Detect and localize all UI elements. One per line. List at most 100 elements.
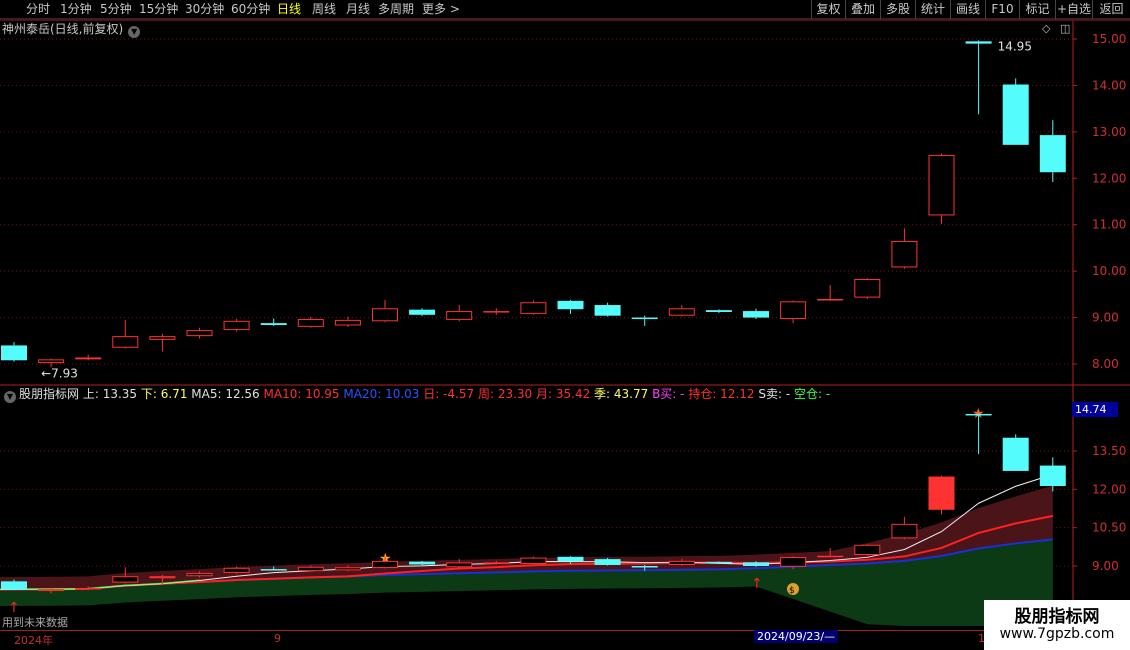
- date-cursor-label: 2024/09/23/—: [754, 630, 839, 643]
- price-tick-label: 10.00: [1092, 264, 1126, 278]
- candle: [1, 342, 27, 362]
- indicator-candle-body: [1039, 465, 1066, 487]
- watermark-title: 股朋指标网: [1014, 607, 1100, 627]
- candle-body: [520, 302, 547, 314]
- indicator-field-4: MA20: 10.03: [339, 387, 420, 401]
- indicator-price-tag: 14.74: [1072, 402, 1118, 417]
- candle-body: [186, 330, 213, 337]
- indicator-tick-label: 10.50: [1092, 521, 1126, 535]
- candle-body: [38, 359, 65, 364]
- chevron-down-icon[interactable]: ▼: [4, 391, 16, 403]
- candle-body: [75, 357, 102, 360]
- candle: [668, 305, 695, 317]
- indicator-candle: [372, 556, 398, 569]
- price-tick-label: 13.00: [1092, 125, 1126, 139]
- candle-body: [743, 311, 769, 318]
- indicator-layer: ↑↑$★★: [0, 406, 1073, 626]
- indicator-candle: [965, 413, 992, 455]
- indicator-candle-body: [965, 413, 992, 416]
- candle-body: [854, 279, 881, 298]
- indicator-candle-body: [38, 589, 65, 592]
- low-price-label: ←7.93: [41, 366, 78, 380]
- watermark: 股朋指标网 www.7gpzb.com: [984, 600, 1130, 650]
- indicator-candle: [520, 556, 547, 565]
- indicator-candle: [1002, 434, 1029, 471]
- indicator-tick-label: 12.00: [1092, 482, 1126, 496]
- indicator-candle-body: [854, 544, 881, 556]
- candle-body: [780, 301, 807, 319]
- stock-title-text: 神州泰岳(日线,前复权): [2, 22, 124, 36]
- candle: [594, 302, 621, 317]
- indicator-candle-body: [149, 576, 176, 579]
- indicator-tick-label: 13.50: [1092, 444, 1126, 458]
- candle: [817, 285, 844, 301]
- candle-body: [631, 317, 658, 320]
- panel-toggle-icon[interactable]: ◫: [1060, 22, 1070, 35]
- candle-body: [112, 336, 139, 348]
- indicator-candle-body: [260, 569, 287, 571]
- indicator-candle-body: [594, 559, 621, 565]
- candle: [928, 153, 955, 224]
- price-tick-label: 8.00: [1092, 357, 1119, 371]
- indicator-candle-body: [817, 555, 844, 558]
- indicator-candle-body: [668, 560, 695, 565]
- candle: [334, 316, 361, 327]
- candle: [186, 327, 213, 339]
- diamond-icon[interactable]: ◇: [1042, 22, 1050, 35]
- indicator-candle-body: [520, 557, 547, 564]
- candle: [891, 228, 918, 269]
- candle: [260, 318, 287, 326]
- candle-body: [446, 311, 473, 320]
- candle: [446, 305, 473, 322]
- indicator-field-6: 周: 23.30: [474, 387, 533, 401]
- candle: [483, 308, 510, 315]
- indicator-candle-body: [743, 562, 769, 566]
- indicator-candle: [854, 544, 881, 556]
- date-label-year: 2024年: [14, 634, 53, 647]
- indicator-candle: [891, 516, 918, 540]
- indicator-header: ▼ 股朋指标网 上: 13.35 下: 6.71 MA5: 12.56 MA10:…: [0, 386, 830, 403]
- indicator-candle-body: [557, 556, 584, 562]
- indicator-tick-label: 9.00: [1092, 559, 1119, 573]
- indicator-candle: [223, 566, 250, 574]
- candle-body: [483, 311, 510, 313]
- indicator-field-0: 上: 13.35: [82, 387, 138, 401]
- candle: [743, 308, 769, 319]
- buy-arrow-icon: ↑: [751, 576, 763, 592]
- indicator-candle: [1039, 457, 1066, 492]
- candle-body: [1002, 84, 1029, 145]
- main-candles: 14.95 ←7.93: [1, 39, 1066, 380]
- candle-body: [297, 318, 324, 327]
- candle-body: [223, 320, 250, 331]
- panel-separators: [0, 19, 1130, 386]
- main-chart-title: 神州泰岳(日线,前复权) ▼: [2, 21, 141, 38]
- chart-area[interactable]: 14.95 ←7.93 15.00 14.00 13.00 12.00 11.00 10.0…: [0, 0, 1130, 650]
- candle-body: [372, 308, 398, 322]
- candle: [149, 333, 176, 352]
- indicator-candle-body: [705, 561, 732, 564]
- indicator-candle-body: [334, 567, 361, 571]
- watermark-url: www.7gpzb.com: [999, 626, 1115, 642]
- indicator-field-12: 空仓: -: [790, 387, 831, 401]
- candle-body: [928, 155, 955, 216]
- candle: [854, 278, 881, 299]
- money-bag-symbol: $: [789, 586, 795, 596]
- indicator-candle-body: [372, 560, 398, 569]
- candle: [75, 354, 102, 361]
- candle-body: [557, 300, 584, 310]
- candle: [223, 318, 250, 332]
- price-tick-label: 12.00: [1092, 171, 1126, 185]
- indicator-name[interactable]: 股朋指标网: [19, 387, 79, 401]
- indicator-candle-body: [631, 566, 658, 568]
- indicator-candle: [928, 475, 955, 515]
- candle: [557, 299, 584, 314]
- indicator-field-10: 持仓: 12.12: [684, 387, 755, 401]
- candle-body: [334, 319, 361, 326]
- candle: [1002, 78, 1029, 145]
- indicator-field-7: 月: 35.42: [532, 387, 591, 401]
- indicator-field-3: MA10: 10.95: [259, 387, 340, 401]
- candle: [1039, 120, 1066, 182]
- candle-body: [965, 41, 992, 44]
- candle-body: [260, 323, 287, 325]
- chevron-down-icon[interactable]: ▼: [128, 26, 141, 38]
